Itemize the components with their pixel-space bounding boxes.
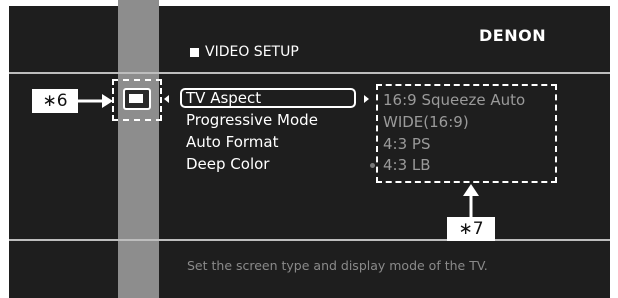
option-4-3-lb[interactable]: 4:3 LB: [383, 156, 431, 174]
option-4-3-ps[interactable]: 4:3 PS: [383, 135, 430, 153]
option-indicator-dot: [370, 163, 375, 168]
callout-7-arrow-icon: [463, 184, 479, 218]
video-setup-icon[interactable]: [123, 88, 151, 110]
menu-item-progressive-mode[interactable]: Progressive Mode: [186, 111, 318, 129]
menu-item-deep-color[interactable]: Deep Color: [186, 155, 269, 173]
menu-item-tv-aspect[interactable]: TV Aspect: [186, 89, 261, 107]
page-title-label: VIDEO SETUP: [205, 44, 299, 60]
help-text: Set the screen type and display mode of …: [187, 258, 488, 273]
callout-6-arrow-icon: [78, 94, 113, 108]
brand-logo: DENON: [479, 26, 547, 45]
page-title: VIDEO SETUP: [190, 44, 299, 60]
option-16-9-squeeze-auto[interactable]: 16:9 Squeeze Auto: [383, 91, 525, 109]
category-sidebar: [118, 0, 159, 298]
menu-item-auto-format[interactable]: Auto Format: [186, 133, 278, 151]
footer-divider: [9, 239, 610, 241]
arrow-right-icon: [364, 95, 369, 103]
option-wide-16-9[interactable]: WIDE(16:9): [383, 113, 469, 131]
square-bullet-icon: [190, 47, 199, 57]
callout-6-label: ∗6: [32, 89, 78, 113]
header-divider: [9, 72, 610, 74]
callout-7-label: ∗7: [447, 217, 495, 241]
arrow-left-icon: [164, 95, 169, 103]
